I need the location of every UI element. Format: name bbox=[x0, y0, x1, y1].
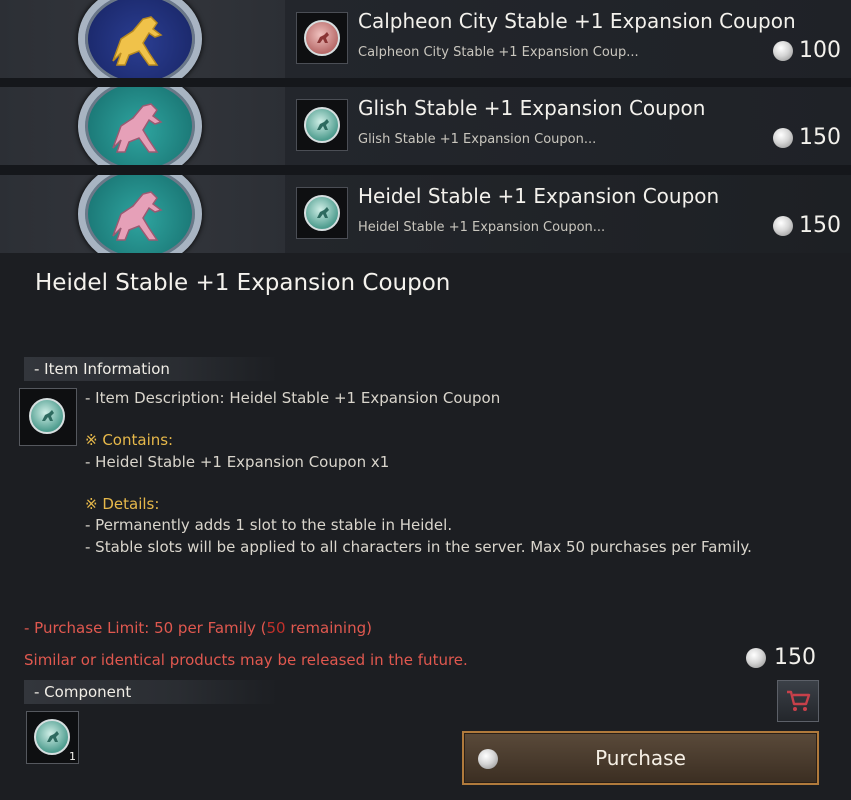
product-subtitle: Heidel Stable +1 Expansion Coupon... bbox=[358, 220, 606, 235]
price-value: 150 bbox=[799, 213, 841, 238]
product-thumbnail bbox=[0, 175, 285, 253]
product-title: Calpheon City Stable +1 Expansion Coupon bbox=[358, 9, 796, 33]
horse-medal-icon bbox=[78, 175, 202, 253]
pearl-currency-icon bbox=[773, 40, 793, 61]
horse-medal-icon bbox=[78, 0, 202, 78]
product-list: Calpheon City Stable +1 Expansion Coupon… bbox=[0, 0, 851, 253]
cart-icon bbox=[787, 690, 811, 711]
pearl-currency-icon bbox=[746, 647, 766, 668]
item-information-header: - Item Information bbox=[24, 357, 279, 381]
price-value: 150 bbox=[799, 125, 841, 150]
product-subtitle: Glish Stable +1 Expansion Coupon... bbox=[358, 132, 597, 147]
product-price: 150 bbox=[773, 125, 841, 150]
component-header: - Component bbox=[24, 680, 279, 704]
product-row-heidel[interactable]: Heidel Stable +1 Expansion Coupon Heidel… bbox=[0, 175, 851, 253]
product-row-calpheon[interactable]: Calpheon City Stable +1 Expansion Coupon… bbox=[0, 0, 851, 78]
detail-line-1: - Permanently adds 1 slot to the stable … bbox=[85, 516, 453, 534]
product-title: Glish Stable +1 Expansion Coupon bbox=[358, 96, 706, 120]
product-title: Heidel Stable +1 Expansion Coupon bbox=[358, 184, 720, 208]
pearl-currency-icon bbox=[478, 749, 498, 769]
price-value: 100 bbox=[799, 38, 841, 63]
component-quantity: 1 bbox=[69, 750, 76, 763]
horse-medal-icon bbox=[78, 87, 202, 165]
item-description: - Item Description: Heidel Stable +1 Exp… bbox=[85, 389, 501, 407]
product-thumbnail bbox=[0, 87, 285, 165]
product-price: 100 bbox=[773, 38, 841, 63]
stable-coupon-icon bbox=[296, 187, 348, 239]
product-price: 150 bbox=[773, 213, 841, 238]
stable-coupon-icon bbox=[19, 388, 77, 446]
limit-remaining: 50 bbox=[266, 619, 286, 637]
product-row-glish[interactable]: Glish Stable +1 Expansion Coupon Glish S… bbox=[0, 87, 851, 165]
stable-coupon-icon bbox=[296, 12, 348, 64]
product-thumbnail bbox=[0, 0, 285, 78]
detail-line-2: - Stable slots will be applied to all ch… bbox=[85, 538, 752, 556]
release-notice: Similar or identical products may be rel… bbox=[24, 651, 468, 669]
purchase-limit: - Purchase Limit: 50 per Family (50 rema… bbox=[24, 619, 372, 637]
pearl-currency-icon bbox=[773, 127, 793, 148]
purchase-label: Purchase bbox=[595, 746, 686, 770]
component-item[interactable]: 1 bbox=[26, 711, 79, 764]
detail-title: Heidel Stable +1 Expansion Coupon bbox=[35, 270, 451, 296]
add-to-cart-button[interactable] bbox=[777, 680, 819, 722]
purchase-button[interactable]: Purchase bbox=[462, 731, 819, 785]
pearl-currency-icon bbox=[773, 215, 793, 236]
limit-prefix: - Purchase Limit: 50 per Family ( bbox=[24, 619, 267, 637]
limit-suffix: remaining) bbox=[285, 619, 372, 637]
detail-price: 150 bbox=[746, 645, 816, 670]
contains-item: - Heidel Stable +1 Expansion Coupon x1 bbox=[85, 453, 390, 471]
detail-price-value: 150 bbox=[774, 645, 816, 670]
stable-coupon-icon bbox=[34, 719, 70, 755]
details-label: ※ Details: bbox=[85, 495, 160, 513]
stable-coupon-icon bbox=[296, 99, 348, 151]
contains-label: ※ Contains: bbox=[85, 431, 174, 449]
product-subtitle: Calpheon City Stable +1 Expansion Coup..… bbox=[358, 45, 639, 60]
